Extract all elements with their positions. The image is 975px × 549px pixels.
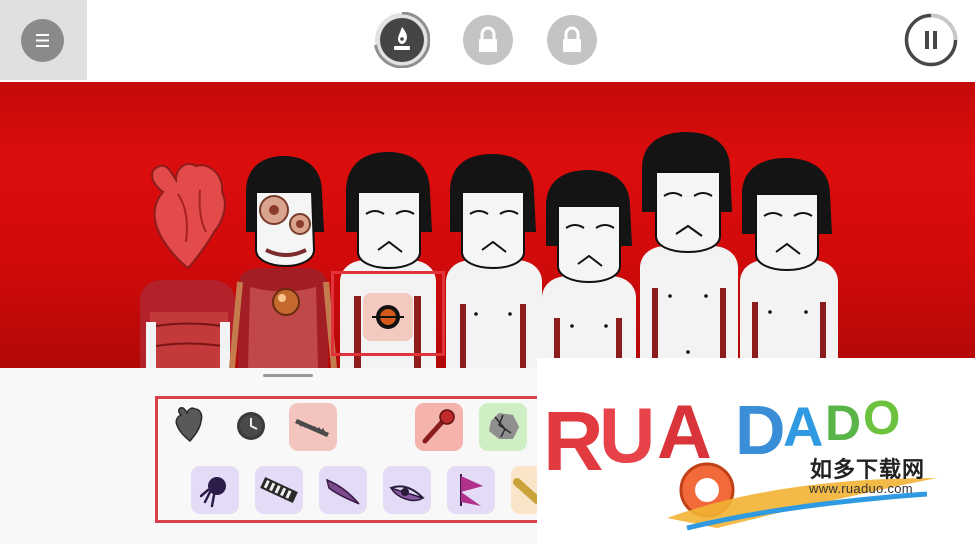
watermark: R U A D A D O <box>537 358 975 544</box>
watermark-cn-text: 如多下载网 <box>810 458 926 483</box>
svg-text:R: R <box>543 394 604 488</box>
lock-icon <box>463 15 513 65</box>
palette-highlight <box>155 396 575 523</box>
character-performer-3[interactable] <box>542 170 636 368</box>
character-performer-4[interactable] <box>640 132 738 368</box>
stage <box>0 82 975 368</box>
menu-area <box>0 0 87 80</box>
character-performer-5[interactable] <box>740 158 838 368</box>
flame-icon <box>374 11 431 69</box>
stage-characters <box>140 132 838 368</box>
drawer-handle[interactable] <box>263 374 313 377</box>
level-3-button[interactable] <box>544 12 600 68</box>
lock-icon <box>547 15 597 65</box>
watermark-url: www.ruaduo.com <box>809 481 913 496</box>
level-2-button[interactable] <box>460 12 516 68</box>
svg-text:U: U <box>599 391 655 479</box>
pause-icon <box>904 13 958 67</box>
character-performer-2[interactable] <box>446 154 542 368</box>
svg-text:D: D <box>735 391 786 469</box>
selected-slot-highlight[interactable] <box>331 271 445 356</box>
character-heart[interactable] <box>140 162 235 368</box>
svg-text:A: A <box>783 395 823 458</box>
level-1-button[interactable] <box>374 11 431 69</box>
menu-button[interactable] <box>21 19 64 62</box>
character-gear-face[interactable] <box>229 156 337 368</box>
svg-text:O: O <box>863 392 900 445</box>
ruaduo-logo: R U A D A D O <box>543 390 937 531</box>
hamburger-icon <box>36 34 49 47</box>
pause-button[interactable] <box>904 13 958 67</box>
svg-text:D: D <box>825 395 861 451</box>
svg-text:A: A <box>657 390 712 475</box>
top-bar <box>0 0 975 82</box>
